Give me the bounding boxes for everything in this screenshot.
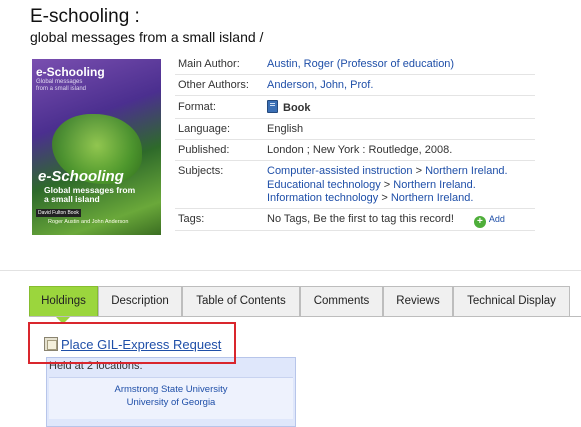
- cover-top-subtitle: Global messages from a small island: [36, 79, 87, 92]
- book-icon: [267, 100, 278, 113]
- detail-row-tags: Tags: No Tags, Be the first to tag this …: [175, 209, 535, 231]
- subject-topic-link[interactable]: Educational technology: [267, 179, 381, 191]
- subjects-label: Subjects:: [178, 165, 224, 177]
- detail-row-published: Published: London ; New York : Routledge…: [175, 140, 535, 161]
- cover-big-subtitle: Global messages from a small island: [44, 186, 135, 204]
- record-title: E-schooling :: [30, 6, 140, 27]
- tags-text: No Tags, Be the first to tag this record…: [267, 213, 454, 225]
- tab-comments[interactable]: Comments: [300, 286, 383, 317]
- subject-place-link[interactable]: Northern Ireland.: [425, 165, 508, 177]
- subject-topic-link[interactable]: Information technology: [267, 192, 378, 204]
- cover-top-title: e-Schooling: [36, 65, 105, 79]
- format-text: Book: [283, 102, 311, 114]
- format-value: Book: [267, 100, 311, 114]
- detail-row-subjects: Subjects: Computer-assisted instruction …: [175, 161, 535, 209]
- detail-row-language: Language: English: [175, 119, 535, 140]
- cover-publisher: David Fulton Book: [36, 209, 81, 217]
- tab-description[interactable]: Description: [98, 286, 182, 317]
- other-authors-label: Other Authors:: [178, 79, 249, 91]
- language-label: Language:: [178, 123, 230, 135]
- subject-separator: >: [412, 165, 426, 177]
- add-tag-link[interactable]: Add: [489, 214, 505, 224]
- location-item[interactable]: Armstrong State University: [49, 384, 293, 395]
- add-icon[interactable]: +: [473, 216, 486, 228]
- cover-sub-line-2: a small island: [44, 194, 100, 204]
- tags-label: Tags:: [178, 213, 205, 225]
- subject-topic-link[interactable]: Computer-assisted instruction: [267, 165, 413, 177]
- cover-big-title: e-Schooling: [38, 168, 124, 185]
- section-divider: [0, 270, 581, 271]
- subject-separator: >: [378, 192, 391, 204]
- tags-value: No Tags, Be the first to tag this record…: [267, 213, 505, 228]
- other-authors-link[interactable]: Anderson, John, Prof.: [267, 79, 373, 91]
- main-author-link[interactable]: Austin, Roger (Professor of education): [267, 58, 454, 70]
- published-value: London ; New York : Routledge, 2008.: [267, 144, 453, 156]
- published-label: Published:: [178, 144, 230, 156]
- main-author-label: Main Author:: [178, 58, 240, 70]
- subject-item: Educational technology > Northern Irelan…: [267, 179, 508, 193]
- language-value: English: [267, 123, 304, 135]
- tabs-underline: [29, 316, 581, 317]
- request-form-icon[interactable]: [44, 337, 58, 351]
- tab-holdings[interactable]: Holdings: [29, 286, 98, 317]
- subject-place-link[interactable]: Northern Ireland.: [391, 192, 474, 204]
- subjects-list: Computer-assisted instruction > Northern…: [267, 165, 508, 206]
- book-cover-image: e-Schooling Global messages from a small…: [32, 59, 161, 235]
- location-item[interactable]: University of Georgia: [49, 397, 293, 408]
- tab-technical-display[interactable]: Technical Display: [453, 286, 570, 317]
- subject-item: Computer-assisted instruction > Northern…: [267, 165, 508, 179]
- detail-row-format: Format: Book: [175, 96, 535, 119]
- subject-separator: >: [380, 178, 394, 191]
- cover-authors: Roger Austin and John Anderson: [48, 219, 129, 225]
- tab-reviews[interactable]: Reviews: [383, 286, 453, 317]
- place-gil-express-request-link[interactable]: Place GIL-Express Request: [61, 337, 221, 352]
- record-subtitle: global messages from a small island /: [30, 29, 264, 45]
- detail-row-other-authors: Other Authors: Anderson, John, Prof.: [175, 75, 535, 96]
- subject-place-link[interactable]: Northern Ireland.: [393, 179, 476, 191]
- subject-item: Information technology > Northern Irelan…: [267, 192, 508, 206]
- tab-table-of-contents[interactable]: Table of Contents: [182, 286, 300, 317]
- detail-row-main-author: Main Author: Austin, Roger (Professor of…: [175, 55, 535, 75]
- format-label: Format:: [178, 101, 216, 113]
